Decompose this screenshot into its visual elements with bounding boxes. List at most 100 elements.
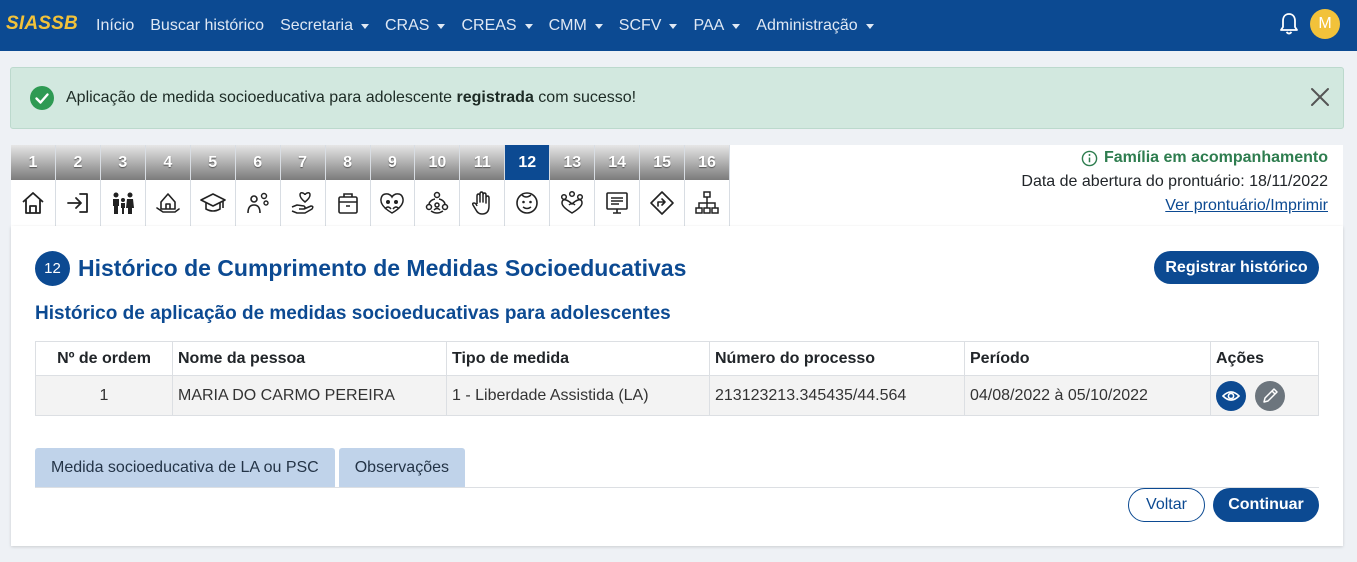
step-14[interactable]: 14 — [595, 145, 641, 226]
nav-item-paa[interactable]: PAA — [693, 17, 741, 35]
step-6[interactable]: 6 — [235, 145, 281, 226]
cell-period: 04/08/2022 à 05/10/2022 — [964, 375, 1211, 416]
step-number: 6 — [235, 145, 280, 180]
nav-item-label: Buscar histórico — [150, 16, 265, 34]
back-button[interactable]: Voltar — [1128, 488, 1205, 522]
tab-medida-la-psc[interactable]: Medida socioeducativa de LA ou PSC — [35, 448, 335, 488]
heart-hand-icon — [291, 192, 314, 214]
step-number: 2 — [55, 145, 100, 180]
step-navigation: 1 2 3 4 5 6 7 8 9 10 11 12 13 14 15 16 — [11, 145, 730, 226]
step-number: 7 — [280, 145, 325, 180]
step-number: 16 — [685, 145, 729, 180]
caret-down-icon — [669, 24, 678, 29]
cell-process: 213123213.345435/44.564 — [709, 375, 965, 416]
step-number: 9 — [370, 145, 415, 180]
bell-icon[interactable] — [1279, 12, 1299, 36]
caret-down-icon — [524, 24, 533, 29]
nav-item-cmm[interactable]: CMM — [549, 17, 603, 35]
tab-bar: Medida socioeducativa de LA ou PSC Obser… — [35, 448, 469, 488]
step-number: 13 — [550, 145, 595, 180]
eye-icon — [1222, 390, 1240, 401]
brand-logo[interactable]: SIASSB — [6, 13, 78, 35]
step-number: 10 — [415, 145, 460, 180]
step-12[interactable]: 12 — [505, 145, 551, 226]
top-navbar: SIASSB Início Buscar histórico Secretari… — [0, 0, 1357, 51]
graduation-cap-icon — [199, 193, 226, 212]
nav-item-scfv[interactable]: SCFV — [619, 17, 678, 35]
edit-button[interactable] — [1255, 380, 1285, 411]
step-number: 14 — [595, 145, 640, 180]
step-2[interactable]: 2 — [55, 145, 101, 226]
step-8[interactable]: 8 — [325, 145, 371, 226]
history-table: Nº de ordem Nome da pessoa Tipo de medid… — [35, 341, 1319, 416]
alert-message: Aplicação de medida socioeducativa para … — [66, 89, 636, 107]
page-title: Histórico de Cumprimento de Medidas Soci… — [78, 255, 687, 281]
family-status-text: Família em acompanhamento — [1103, 149, 1328, 166]
group-heart-icon — [380, 193, 405, 214]
step-badge: 12 — [35, 251, 70, 286]
col-header-actions: Ações — [1210, 341, 1319, 376]
step-9[interactable]: 9 — [370, 145, 416, 226]
step-11[interactable]: 11 — [460, 145, 506, 226]
step-number: 1 — [11, 145, 55, 180]
step-4[interactable]: 4 — [145, 145, 191, 226]
nav-item-label: Início — [96, 16, 135, 34]
view-button[interactable] — [1216, 380, 1246, 411]
user-avatar[interactable]: M — [1310, 9, 1340, 39]
sign-in-icon — [67, 193, 88, 213]
step-number: 5 — [190, 145, 235, 180]
child-face-icon — [516, 192, 539, 214]
nav-item-creas[interactable]: CREAS — [461, 16, 533, 35]
step-13[interactable]: 13 — [550, 145, 596, 226]
nav-item-secretaria[interactable]: Secretaria — [280, 17, 369, 35]
step-number: 8 — [325, 145, 370, 180]
nav-item-label: CMM — [548, 16, 587, 34]
step-number: 15 — [640, 145, 685, 180]
step-16[interactable]: 16 — [685, 145, 730, 226]
alert-text-end: com sucesso! — [533, 89, 637, 106]
step-10[interactable]: 10 — [415, 145, 461, 226]
caret-down-icon — [865, 24, 874, 29]
nav-item-cras[interactable]: CRAS — [385, 16, 446, 35]
care-icon — [246, 192, 269, 214]
step-number: 3 — [100, 145, 145, 180]
nav-item-administracao[interactable]: Administração — [756, 17, 874, 35]
home-icon — [22, 192, 44, 214]
nav-item-inicio[interactable]: Início — [96, 17, 134, 35]
close-icon[interactable] — [1310, 87, 1330, 107]
network-people-icon — [426, 191, 449, 214]
info-icon — [1081, 150, 1098, 166]
main-nav: Início Buscar histórico Secretaria CRAS … — [96, 0, 890, 51]
check-circle-icon — [30, 86, 54, 110]
col-header-order: Nº de ordem — [35, 341, 173, 376]
step-15[interactable]: 15 — [640, 145, 686, 226]
community-icon — [561, 190, 584, 214]
continue-button[interactable]: Continuar — [1213, 488, 1319, 522]
col-header-process: Número do processo — [709, 341, 965, 376]
caret-down-icon — [437, 24, 446, 29]
col-header-type: Tipo de medida — [446, 341, 710, 376]
cell-type: 1 - Liberdade Assistida (LA) — [446, 375, 710, 416]
step-5[interactable]: 5 — [190, 145, 236, 226]
alert-text-start: Aplicação de medida socioeducativa para … — [66, 89, 457, 106]
medical-kit-icon — [337, 193, 358, 214]
alert-text-bold: registrada — [456, 89, 534, 106]
housing-icon — [155, 193, 180, 213]
caret-down-icon — [361, 24, 369, 29]
stop-hand-icon — [472, 191, 491, 215]
step-1[interactable]: 1 — [11, 145, 56, 226]
tab-observacoes[interactable]: Observações — [338, 448, 465, 488]
nav-item-label: CRAS — [385, 16, 430, 34]
view-record-link[interactable]: Ver prontuário/Imprimir — [1165, 197, 1328, 215]
nav-item-buscar-historico[interactable]: Buscar histórico — [150, 17, 264, 35]
step-number: 4 — [145, 145, 190, 180]
nav-item-label: CREAS — [461, 16, 517, 34]
step-3[interactable]: 3 — [100, 145, 146, 226]
document-board-icon — [606, 192, 628, 214]
family-icon — [112, 192, 134, 214]
pencil-icon — [1263, 387, 1278, 403]
step-7[interactable]: 7 — [280, 145, 326, 226]
register-history-button[interactable]: Registrar histórico — [1154, 251, 1319, 284]
col-header-name: Nome da pessoa — [172, 341, 447, 376]
table-header-row: Nº de ordem Nome da pessoa Tipo de medid… — [35, 341, 1319, 376]
